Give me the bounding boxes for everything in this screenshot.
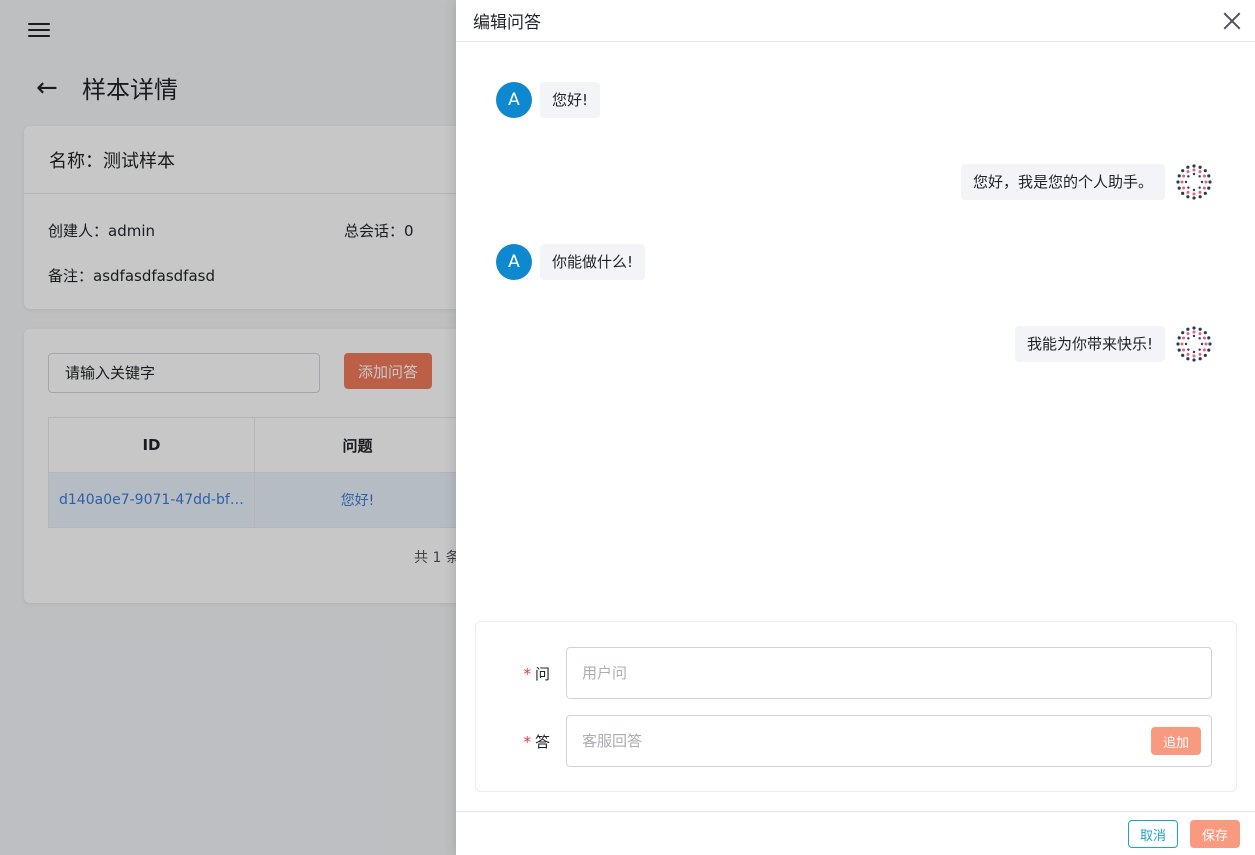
question-input[interactable] bbox=[566, 647, 1212, 699]
chat-message-user: A 您好! bbox=[496, 82, 601, 118]
required-mark: * bbox=[523, 664, 531, 683]
answer-input-wrap: 追加 bbox=[566, 715, 1212, 767]
cancel-button[interactable]: 取消 bbox=[1128, 820, 1178, 848]
required-mark: * bbox=[523, 732, 531, 751]
question-row: * 问 bbox=[476, 647, 1212, 699]
user-avatar: A bbox=[496, 82, 532, 118]
message-bubble: 您好! bbox=[540, 82, 601, 118]
chat-message-bot: 我能为你带来快乐! bbox=[1014, 325, 1213, 363]
drawer-header: 编辑问答 bbox=[456, 0, 1255, 42]
chat-message-user: A 你能做什么! bbox=[496, 244, 646, 280]
question-label-text: 问 bbox=[534, 664, 550, 683]
answer-label-text: 答 bbox=[534, 732, 550, 751]
message-bubble: 我能为你带来快乐! bbox=[1014, 326, 1165, 362]
question-label: * 问 bbox=[476, 663, 566, 684]
close-icon[interactable] bbox=[1221, 10, 1243, 32]
message-bubble: 你能做什么! bbox=[540, 244, 646, 280]
chat-message-bot: 您好，我是您的个人助手。 bbox=[960, 163, 1213, 201]
bot-avatar-icon bbox=[1176, 326, 1212, 362]
user-avatar: A bbox=[496, 244, 532, 280]
qa-form: *问 *答 追加 bbox=[475, 621, 1237, 792]
drawer-title: 编辑问答 bbox=[473, 13, 541, 33]
message-bubble: 您好，我是您的个人助手。 bbox=[960, 164, 1165, 200]
drawer-footer: 取消 保存 bbox=[456, 811, 1255, 855]
save-button[interactable]: 保存 bbox=[1190, 820, 1240, 848]
answer-input[interactable] bbox=[566, 715, 1212, 767]
answer-row: *答 追加 bbox=[476, 715, 1212, 767]
answer-label: * 答 bbox=[476, 731, 566, 752]
edit-qa-drawer: 编辑问答 A 您好! 您好，我是您的个人助手。 A 你能做什么! 我能为你带来快… bbox=[456, 0, 1255, 855]
append-button[interactable]: 追加 bbox=[1151, 727, 1201, 755]
bot-avatar-icon bbox=[1176, 164, 1212, 200]
chat-area: A 您好! 您好，我是您的个人助手。 A 你能做什么! 我能为你带来快乐! bbox=[456, 42, 1255, 602]
